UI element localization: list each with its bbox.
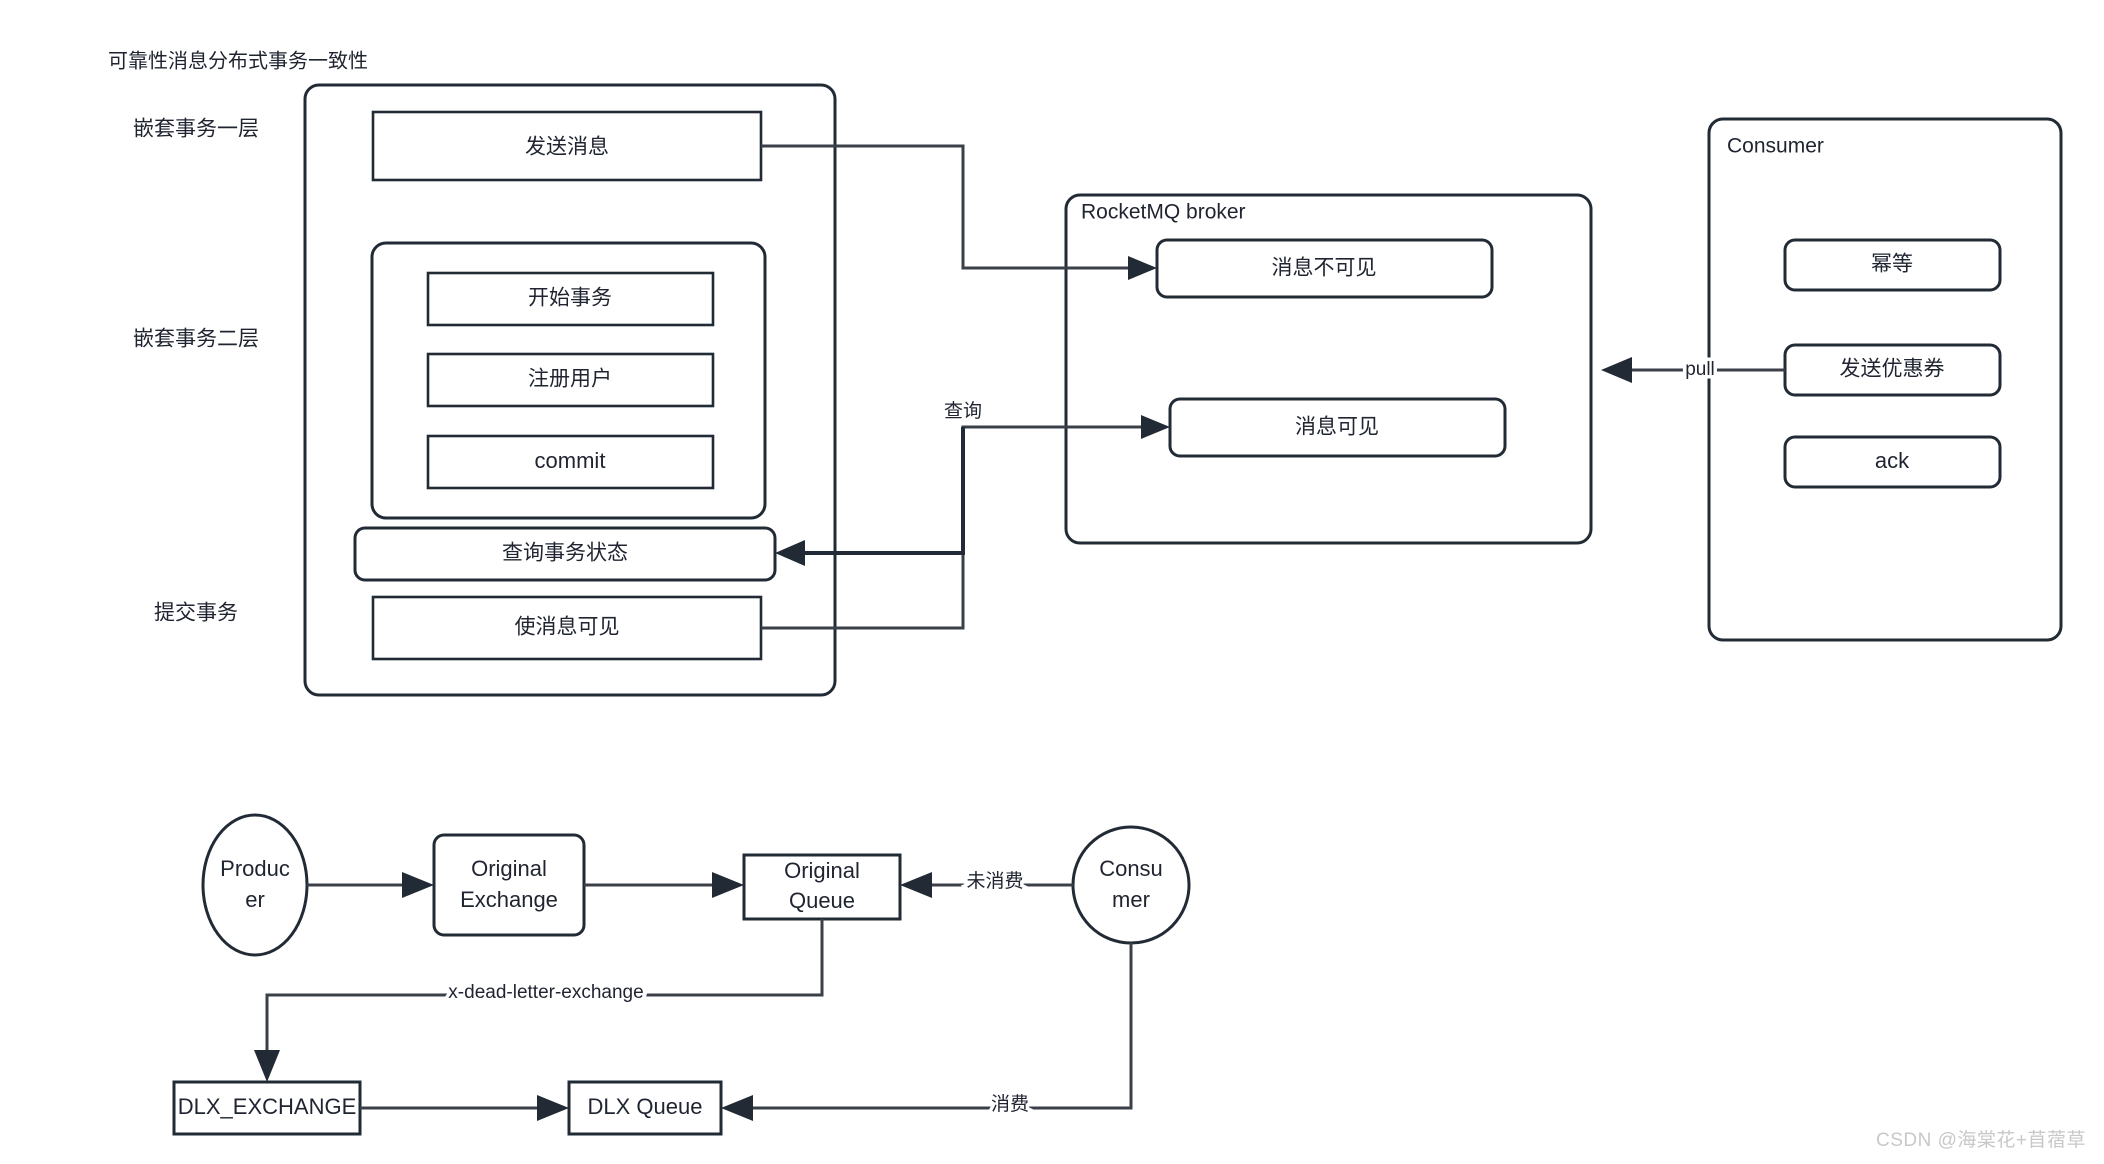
box-commit-label: commit — [535, 448, 606, 473]
node-original-exchange[interactable] — [432, 833, 586, 937]
diagram-canvas: 可靠性消息分布式事务一致性 嵌套事务一层 嵌套事务二层 提交事务 发送消息 开始… — [0, 0, 2104, 1164]
rocketmq-broker-title: RocketMQ broker — [1081, 201, 1246, 224]
node-producer-label-line2: er — [245, 887, 265, 912]
arrowhead-exchange-to-queue — [712, 872, 744, 898]
arrowhead-consumer-to-dlx-queue-consumed — [721, 1095, 753, 1121]
node-original-exchange-label-line2: Exchange — [460, 887, 558, 912]
box-send-coupon-label: 发送优惠券 — [1840, 358, 1945, 381]
connector-consumer-to-dlx-queue-consumed — [741, 943, 1133, 1110]
connector-make-visible-to-visible — [761, 425, 1153, 630]
box-make-message-visible-label: 使消息可见 — [515, 616, 620, 639]
edge-label-pull: pull — [1685, 359, 1715, 380]
arrowhead-send-message-to-invisible — [1128, 256, 1157, 280]
node-original-queue-label-line2: Queue — [789, 888, 855, 913]
box-idempotent-label: 幂等 — [1871, 253, 1913, 276]
node-dlx-exchange-label: DLX_EXCHANGE — [178, 1094, 357, 1119]
side-label-commit: 提交事务 — [154, 602, 238, 625]
box-message-invisible-label: 消息不可见 — [1272, 257, 1377, 280]
box-ack-label: ack — [1875, 448, 1910, 473]
node-original-exchange-label-line1: Original — [471, 856, 547, 881]
node-consumer-bottom-label-line1: Consu — [1099, 856, 1163, 881]
csdn-watermark: CSDN @海棠花+苜蓿草 — [1876, 1130, 2086, 1151]
arrowhead-producer-to-exchange — [402, 872, 434, 898]
node-consumer-bottom[interactable] — [1071, 825, 1191, 945]
arrowhead-query-transaction-status — [775, 540, 805, 566]
node-original-queue-label-line1: Original — [784, 858, 860, 883]
consumer-title: Consumer — [1727, 135, 1824, 158]
box-begin-transaction-label: 开始事务 — [528, 287, 612, 310]
diagram-svg: 可靠性消息分布式事务一致性 嵌套事务一层 嵌套事务二层 提交事务 发送消息 开始… — [108, 49, 2063, 1136]
box-message-visible-label: 消息可见 — [1295, 416, 1379, 439]
node-consumer-bottom-label-line2: mer — [1112, 887, 1150, 912]
edge-label-unconsumed: 未消费 — [966, 870, 1023, 892]
node-producer[interactable] — [201, 813, 309, 957]
arrowhead-make-visible-to-visible — [1141, 415, 1170, 439]
box-send-message-label: 发送消息 — [525, 136, 609, 159]
side-label-layer1: 嵌套事务一层 — [133, 118, 259, 141]
side-label-layer2: 嵌套事务二层 — [133, 328, 259, 351]
box-query-transaction-status-label: 查询事务状态 — [502, 542, 628, 565]
node-producer-label-line1: Produc — [220, 856, 290, 881]
arrowhead-queue-to-dlx-exchange — [254, 1050, 280, 1082]
box-register-user-label: 注册用户 — [528, 368, 612, 391]
edge-label-consumed: 消费 — [991, 1093, 1029, 1115]
edge-label-dead-letter-exchange: x-dead-letter-exchange — [448, 982, 643, 1003]
arrowhead-consumer-pull — [1601, 357, 1632, 383]
arrowhead-consumer-to-queue-unconsumed — [900, 872, 932, 898]
connector-query-transaction-status — [793, 427, 965, 555]
node-dlx-queue-label: DLX Queue — [588, 1094, 703, 1119]
top-diagram-caption: 可靠性消息分布式事务一致性 — [108, 49, 368, 72]
arrowhead-dlx-exchange-to-dlx-queue — [537, 1095, 569, 1121]
edge-label-query: 查询 — [944, 400, 982, 422]
